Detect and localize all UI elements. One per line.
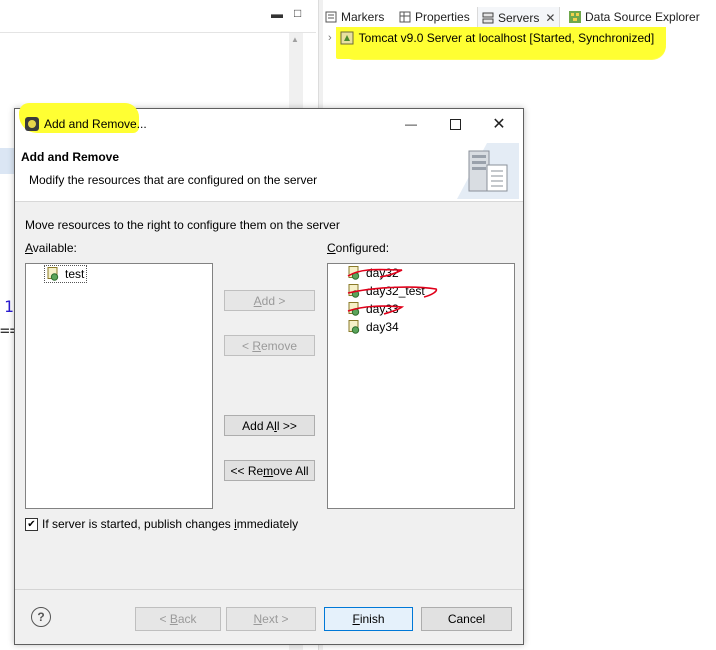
tab-label: Servers bbox=[498, 11, 540, 25]
banner-description: Modify the resources that are configured… bbox=[29, 173, 318, 187]
minimize-view-icon[interactable]: ▬ bbox=[271, 7, 283, 21]
publish-checkbox[interactable]: ✔ bbox=[25, 517, 38, 531]
item-label: test bbox=[65, 267, 85, 281]
properties-icon bbox=[399, 11, 411, 23]
maximize-view-icon[interactable]: □ bbox=[294, 6, 301, 20]
back-button[interactable]: < Back bbox=[135, 607, 221, 631]
finish-button[interactable]: Finish bbox=[324, 607, 413, 631]
available-label: Available: bbox=[25, 241, 77, 255]
server-label: Tomcat v9.0 Server at localhost [Started… bbox=[358, 31, 655, 45]
help-icon[interactable]: ? bbox=[31, 607, 51, 627]
tab-label: Data Source Explorer bbox=[585, 10, 700, 24]
scroll-up-icon[interactable]: ▲ bbox=[291, 35, 299, 44]
minimize-button[interactable]: — bbox=[389, 109, 433, 139]
list-item[interactable]: test bbox=[44, 265, 88, 283]
close-tab-icon[interactable]: ✕ bbox=[545, 11, 555, 25]
data-source-explorer-icon bbox=[569, 11, 581, 23]
close-icon: ✕ bbox=[492, 116, 506, 133]
instructions-text: Move resources to the right to configure… bbox=[25, 218, 340, 232]
next-button[interactable]: Next > bbox=[226, 607, 316, 631]
tomcat-server-icon bbox=[340, 31, 354, 45]
configured-list[interactable]: day32 day32_test day33 day34 bbox=[327, 263, 515, 509]
minimize-icon: — bbox=[405, 117, 417, 131]
remove-button[interactable]: < Remove bbox=[224, 335, 315, 356]
add-all-button[interactable]: Add All >> bbox=[224, 415, 315, 436]
add-remove-dialog: Add and Remove... — ✕ Add and Remove Mod… bbox=[14, 103, 524, 645]
tab-label: Markers bbox=[341, 10, 385, 24]
add-button[interactable]: Add > bbox=[224, 290, 315, 311]
servers-icon bbox=[482, 12, 494, 24]
tab-servers[interactable]: Servers ✕ bbox=[477, 7, 561, 29]
eclipse-app-icon bbox=[25, 117, 39, 131]
configured-label: Configured: bbox=[327, 241, 390, 255]
red-strikethrough-annotation bbox=[347, 268, 438, 315]
expand-chevron-icon[interactable]: › bbox=[328, 32, 332, 44]
tab-markers[interactable]: Markers bbox=[325, 8, 384, 26]
server-wizard-icon bbox=[457, 143, 519, 199]
server-tree-item[interactable]: › Tomcat v9.0 Server at localhost [Start… bbox=[328, 28, 654, 48]
publish-immediately-row[interactable]: ✔ If server is started, publish changes … bbox=[25, 517, 298, 531]
maximize-button[interactable] bbox=[433, 109, 477, 139]
close-button[interactable]: ✕ bbox=[477, 109, 521, 139]
available-list[interactable]: test bbox=[25, 263, 213, 509]
editor-line-number: 1 bbox=[4, 297, 14, 316]
dialog-banner: Add and Remove Modify the resources that… bbox=[15, 139, 523, 202]
publish-checkbox-label: If server is started, publish changes im… bbox=[42, 517, 299, 531]
cancel-button[interactable]: Cancel bbox=[421, 607, 512, 631]
dialog-titlebar[interactable]: Add and Remove... — ✕ bbox=[15, 103, 523, 139]
yellow-highlight-mark bbox=[340, 46, 666, 60]
footer-separator bbox=[15, 589, 523, 590]
tab-data-source-explorer[interactable]: Data Source Explorer bbox=[569, 8, 700, 26]
remove-all-button[interactable]: << Re m ove All bbox=[224, 460, 315, 481]
web-module-icon bbox=[47, 267, 59, 281]
editor-selection-strip bbox=[0, 148, 14, 174]
tab-label: Properties bbox=[415, 10, 470, 24]
tab-properties[interactable]: Properties bbox=[399, 8, 470, 26]
editor-header: ▬ □ bbox=[0, 0, 316, 33]
banner-title: Add and Remove bbox=[21, 150, 120, 164]
view-tab-bar: Markers Properties Servers ✕ Data Source… bbox=[323, 4, 716, 29]
maximize-icon bbox=[449, 118, 461, 130]
markers-icon bbox=[325, 11, 337, 23]
dialog-title: Add and Remove... bbox=[44, 117, 147, 131]
